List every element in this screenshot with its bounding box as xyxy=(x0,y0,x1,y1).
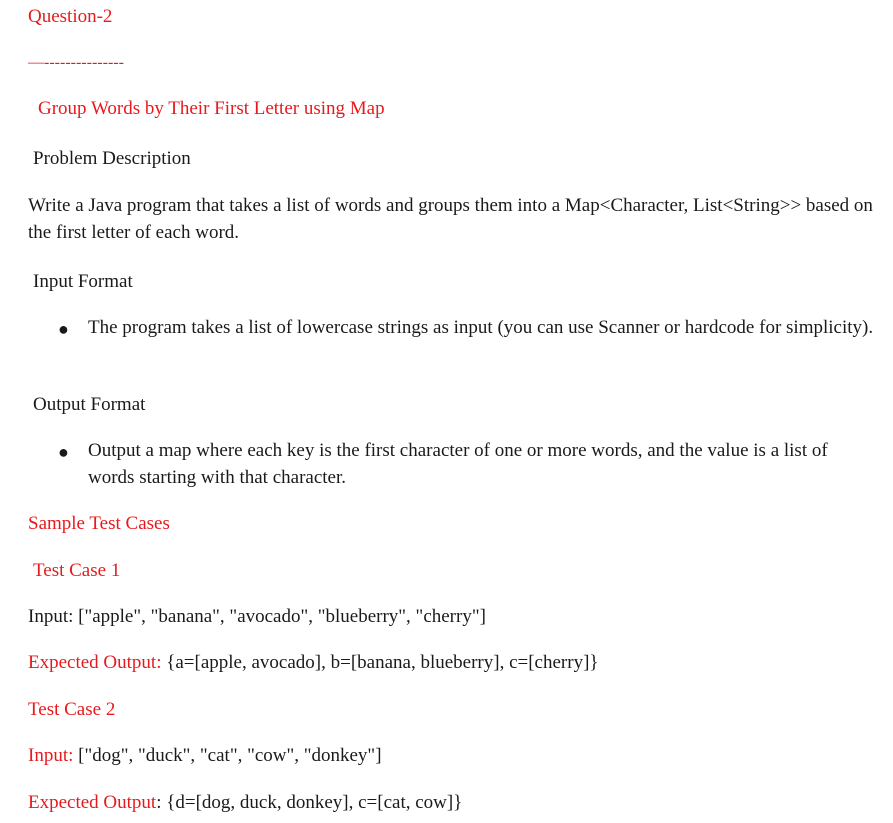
separator-line: —--------------- xyxy=(28,54,124,71)
test-case-1-input-label: Input: xyxy=(28,606,74,627)
test-case-1-output: Expected Output: {a=[apple, avocado], b=… xyxy=(28,653,599,672)
test-case-2-heading: Test Case 2 xyxy=(28,699,116,720)
sample-tests-heading: Sample Test Cases xyxy=(28,513,170,534)
test-case-1-output-label: Expected Output: xyxy=(28,652,162,673)
question-label: Question-2 xyxy=(28,6,113,27)
problem-description-heading: Problem Description xyxy=(33,148,191,169)
test-case-2-output: Expected Output: {d=[dog, duck, donkey],… xyxy=(28,793,462,812)
output-format-heading: Output Format xyxy=(33,394,146,415)
bullet-icon: ● xyxy=(58,319,69,339)
problem-description-text: Write a Java program that takes a list o… xyxy=(28,195,873,243)
test-case-2-input-label: Input: xyxy=(28,745,74,766)
test-case-1-heading: Test Case 1 xyxy=(33,560,121,581)
test-case-1-input: Input: ["apple", "banana", "avocado", "b… xyxy=(28,607,486,626)
bullet-icon: ● xyxy=(58,442,69,462)
input-format-heading: Input Format xyxy=(33,271,133,292)
test-case-2-input-value: ["dog", "duck", "cat", "cow", "donkey"] xyxy=(73,745,382,766)
output-format-bullet-text: Output a map where each key is the first… xyxy=(88,440,828,488)
test-case-2-output-value: {d=[dog, duck, donkey], c=[cat, cow]} xyxy=(161,792,463,813)
input-format-bullet-text: The program takes a list of lowercase st… xyxy=(88,317,874,338)
test-case-2-output-label: Expected Output xyxy=(28,792,157,813)
test-case-2-input: Input: ["dog", "duck", "cat", "cow", "do… xyxy=(28,746,382,765)
test-case-1-input-value: ["apple", "banana", "avocado", "blueberr… xyxy=(73,606,486,627)
test-case-1-output-value: {a=[apple, avocado], b=[banana, blueberr… xyxy=(161,652,599,673)
problem-title: Group Words by Their First Letter using … xyxy=(38,98,385,119)
